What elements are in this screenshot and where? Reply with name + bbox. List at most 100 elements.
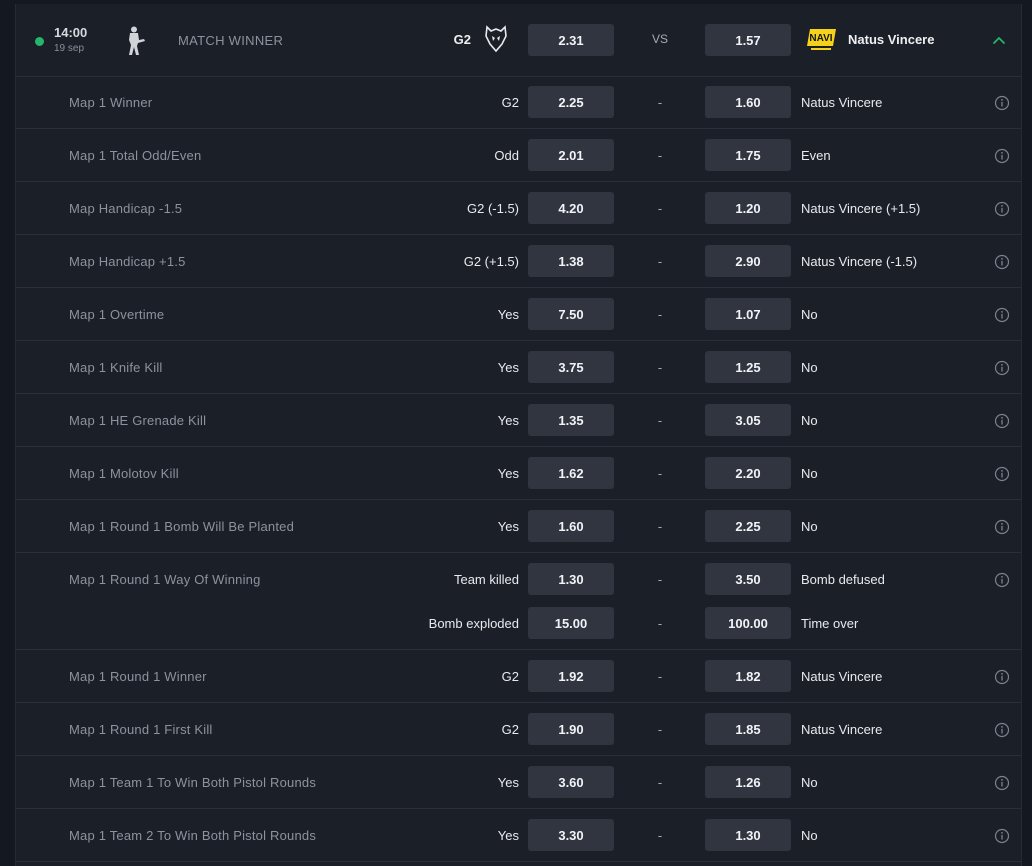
odd1-button[interactable]: 7.50 bbox=[528, 298, 614, 330]
info-icon[interactable] bbox=[994, 669, 1010, 685]
selection1-label: Yes bbox=[497, 828, 519, 843]
match-odd-team1-button[interactable]: 2.31 bbox=[528, 24, 614, 56]
selection2-label: Even bbox=[801, 148, 831, 163]
selection1-label: Team killed bbox=[453, 572, 519, 587]
separator-dash: - bbox=[657, 828, 663, 843]
market-name: Map 1 Molotov Kill bbox=[69, 466, 179, 481]
market-row: Map 1 Team 1 To Win Both Pistol Rounds Ye… bbox=[16, 756, 1021, 809]
selection1-label: Bomb exploded bbox=[428, 616, 519, 631]
market-row: Map 1 Overtime Yes 7.50 - 1.07 No bbox=[16, 288, 1021, 341]
info-icon[interactable] bbox=[994, 413, 1010, 429]
selection1-label: Yes bbox=[497, 519, 519, 534]
odd2-button[interactable]: 1.75 bbox=[705, 139, 791, 171]
market-name: Map 1 Team 1 To Win Both Pistol Rounds bbox=[69, 775, 317, 790]
match-date: 19 sep bbox=[54, 43, 85, 54]
odd2-button[interactable]: 3.50 bbox=[705, 563, 791, 595]
odd2-button[interactable]: 2.90 bbox=[705, 245, 791, 277]
odd1-button[interactable]: 2.01 bbox=[528, 139, 614, 171]
market-name: Map 1 Round 1 Way Of Winning bbox=[69, 572, 261, 587]
separator-dash: - bbox=[657, 775, 663, 790]
odd2-button[interactable]: 2.25 bbox=[705, 510, 791, 542]
g2-logo-icon bbox=[485, 25, 507, 53]
selection1-label: Yes bbox=[497, 360, 519, 375]
odd2-button[interactable]: 3.05 bbox=[705, 404, 791, 436]
market-name: Map 1 Overtime bbox=[69, 307, 165, 322]
market-row: Map 1 Round 1 Winner G2 1.92 - 1.82 Natus Vin… bbox=[16, 650, 1021, 703]
match-odd-team2-button[interactable]: 1.57 bbox=[705, 24, 791, 56]
market-name: Map 1 Round 1 First Kill bbox=[69, 722, 213, 737]
market-row: Map 1 Knife Kill Yes 3.75 - 1.25 No bbox=[16, 341, 1021, 394]
odd1-button[interactable]: 1.30 bbox=[528, 563, 614, 595]
odd2-button[interactable]: 100.00 bbox=[705, 607, 791, 639]
separator-dash: - bbox=[657, 307, 663, 322]
odd1-button[interactable]: 2.25 bbox=[528, 86, 614, 118]
info-icon[interactable] bbox=[994, 307, 1010, 323]
odd2-button[interactable]: 1.30 bbox=[705, 819, 791, 851]
chevron-up-icon[interactable] bbox=[991, 32, 1007, 48]
market-row: Map 1 Round 1 Way Of Winning Team killed 1… bbox=[16, 553, 1021, 650]
info-icon[interactable] bbox=[994, 201, 1010, 217]
info-icon[interactable] bbox=[994, 722, 1010, 738]
odd2-button[interactable]: 1.07 bbox=[705, 298, 791, 330]
selection2-label: Natus Vincere bbox=[801, 95, 883, 110]
info-icon[interactable] bbox=[994, 572, 1010, 588]
market-name: Map 1 Round 1 Winner bbox=[69, 669, 207, 684]
odd2-button[interactable]: 1.60 bbox=[705, 86, 791, 118]
odd2-button[interactable]: 1.25 bbox=[705, 351, 791, 383]
selection2-label: No bbox=[801, 519, 818, 534]
odd1-button[interactable]: 3.30 bbox=[528, 819, 614, 851]
info-icon[interactable] bbox=[994, 360, 1010, 376]
market-name: Map 1 Winner bbox=[69, 95, 153, 110]
match-time: 14:00 bbox=[54, 25, 88, 40]
separator-dash: - bbox=[657, 413, 663, 428]
selection1-label: G2 bbox=[501, 722, 519, 737]
info-icon[interactable] bbox=[994, 466, 1010, 482]
selection1-label: Yes bbox=[497, 775, 519, 790]
separator-dash: - bbox=[657, 616, 663, 631]
info-icon[interactable] bbox=[994, 148, 1010, 164]
market-name: Map Handicap -1.5 bbox=[69, 201, 183, 216]
selection2-label: No bbox=[801, 828, 818, 843]
odd1-button[interactable]: 1.35 bbox=[528, 404, 614, 436]
odd1-button[interactable]: 15.00 bbox=[528, 607, 614, 639]
selection1-label: Odd bbox=[494, 148, 519, 163]
selection2-label: Natus Vincere (+1.5) bbox=[801, 201, 921, 216]
market-name: Map 1 HE Grenade Kill bbox=[69, 413, 207, 428]
info-icon[interactable] bbox=[994, 95, 1010, 111]
odd1-button[interactable]: 1.62 bbox=[528, 457, 614, 489]
info-icon[interactable] bbox=[994, 519, 1010, 535]
selection2-label: Natus Vincere bbox=[801, 722, 883, 737]
odd1-button[interactable]: 1.38 bbox=[528, 245, 614, 277]
market-row: Map 1 Winner G2 2.25 - 1.60 Natus Vincere bbox=[16, 76, 1021, 129]
navi-logo-icon: NAVI bbox=[807, 29, 836, 50]
status-dot bbox=[35, 37, 44, 46]
selection2-label: No bbox=[801, 307, 818, 322]
odd2-button[interactable]: 1.26 bbox=[705, 766, 791, 798]
selection1-label: G2 (-1.5) bbox=[466, 201, 519, 216]
info-icon[interactable] bbox=[994, 828, 1010, 844]
selection2-label: Natus Vincere (-1.5) bbox=[801, 254, 918, 269]
odd2-button[interactable]: 2.20 bbox=[705, 457, 791, 489]
odd2-button[interactable]: 1.85 bbox=[705, 713, 791, 745]
separator-dash: - bbox=[657, 466, 663, 481]
separator-dash: - bbox=[657, 201, 663, 216]
info-icon[interactable] bbox=[994, 254, 1010, 270]
odd1-button[interactable]: 3.75 bbox=[528, 351, 614, 383]
odd2-button[interactable]: 1.82 bbox=[705, 660, 791, 692]
odd1-button[interactable]: 3.60 bbox=[528, 766, 614, 798]
market-name: Map 1 Knife Kill bbox=[69, 360, 163, 375]
odd1-button[interactable]: 1.90 bbox=[528, 713, 614, 745]
odd1-button[interactable]: 4.20 bbox=[528, 192, 614, 224]
market-name: Map 1 Team 2 To Win Both Pistol Rounds bbox=[69, 828, 317, 843]
odds-panel: 14:00 19 sep MATCH WINNER G2 2.31 VS 1.5… bbox=[15, 4, 1022, 866]
separator-dash: - bbox=[657, 519, 663, 534]
selection2-label: No bbox=[801, 775, 818, 790]
odd1-button[interactable]: 1.60 bbox=[528, 510, 614, 542]
market-name: Map 1 Total Odd/Even bbox=[69, 148, 202, 163]
odd2-button[interactable]: 1.20 bbox=[705, 192, 791, 224]
odd1-button[interactable]: 1.92 bbox=[528, 660, 614, 692]
selection2-label: Time over bbox=[801, 616, 859, 631]
info-icon[interactable] bbox=[994, 775, 1010, 791]
selection2-label: No bbox=[801, 466, 818, 481]
market-row: Map 1 HE Grenade Kill Yes 1.35 - 3.05 No bbox=[16, 394, 1021, 447]
